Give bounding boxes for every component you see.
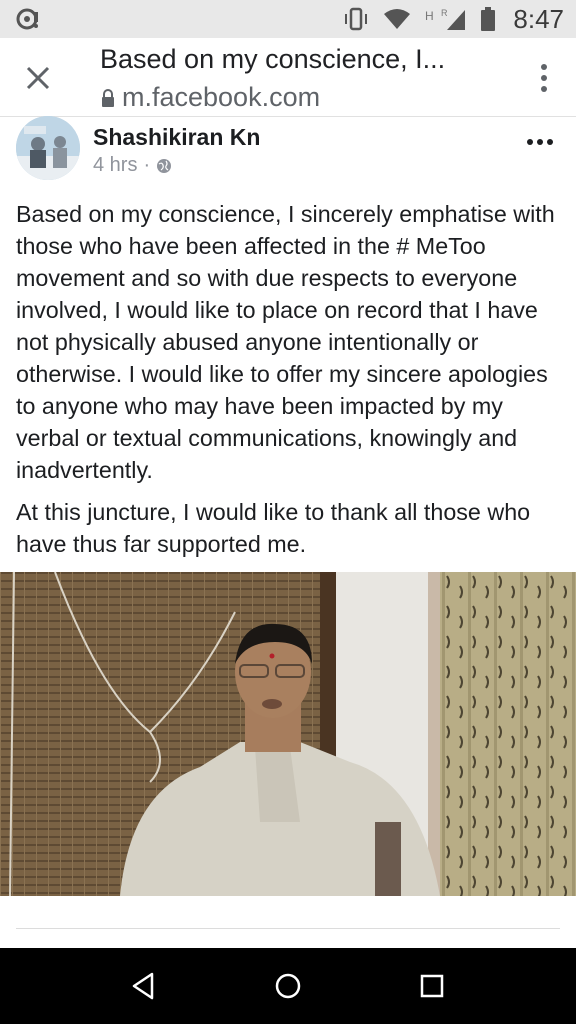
recents-button[interactable] [414,968,450,1004]
post-more-button[interactable] [526,134,554,145]
h-signal-icon: H R [425,6,467,32]
home-button[interactable] [270,968,306,1004]
post-paragraph: Based on my conscience, I sincerely emph… [16,201,555,483]
page-title: Based on my conscience, I... [100,44,446,74]
overflow-menu-button[interactable] [536,60,552,96]
notification-icon [16,8,42,30]
wifi-icon [383,8,411,30]
back-button[interactable] [126,968,162,1004]
roaming-label: R [441,8,448,18]
more-icon [527,139,553,145]
meta-separator: · [143,154,151,176]
status-bar: H R 8:47 [0,0,576,38]
lock-icon [102,88,114,107]
close-icon [26,66,50,90]
post-paragraph: At this juncture, I would like to thank … [16,499,531,557]
system-nav-bar [0,948,576,1024]
post-body: Based on my conscience, I sincerely emph… [16,198,564,570]
url-row: m.facebook.com [100,82,320,113]
network-label: H [425,9,434,23]
author-name[interactable]: Shashikiran Kn [93,124,260,151]
back-icon [132,972,154,1000]
post-meta: 4 hrs · [93,154,172,177]
avatar[interactable] [16,116,80,180]
page-url: m.facebook.com [122,82,321,112]
overflow-menu-icon [541,64,547,92]
post-time[interactable]: 4 hrs [93,154,137,177]
battery-icon [481,7,496,31]
globe-icon [157,158,172,173]
recents-icon [420,974,444,998]
post-header: Shashikiran Kn 4 hrs · [0,116,576,186]
home-icon [275,973,301,999]
close-button[interactable] [20,60,56,96]
post-video[interactable] [0,572,576,896]
divider [16,928,560,929]
status-time: 8:47 [513,3,564,34]
custom-tab-header: Based on my conscience, I... m.facebook.… [0,38,576,117]
vibrate-icon [343,7,369,31]
